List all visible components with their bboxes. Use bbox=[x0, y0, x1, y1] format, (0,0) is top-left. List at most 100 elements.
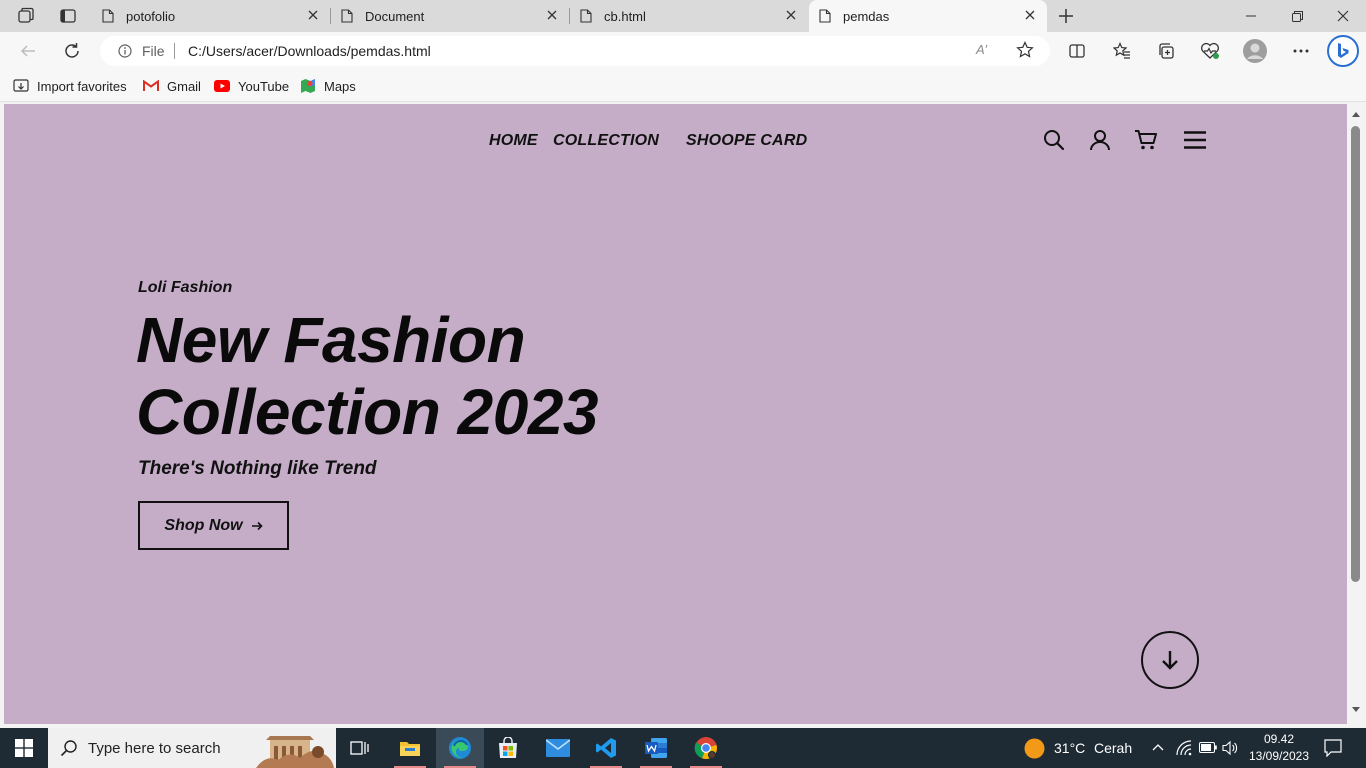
scroll-down-arrow-icon[interactable] bbox=[1351, 706, 1361, 714]
document-icon bbox=[341, 9, 353, 23]
gmail-icon bbox=[143, 78, 159, 94]
refresh-icon[interactable] bbox=[57, 36, 87, 66]
browser-toolbar: File C:/Users/acer/Downloads/pemdas.html… bbox=[0, 32, 1366, 70]
nav-link-shoope-card[interactable]: SHOOPE CARD bbox=[686, 132, 807, 150]
hero-headline: New Fashion Collection 2023 bbox=[136, 304, 599, 448]
network-wifi-icon[interactable] bbox=[1175, 740, 1193, 756]
arrow-down-icon bbox=[1162, 651, 1178, 670]
favorite-label: Gmail bbox=[167, 78, 201, 94]
favorites-bar: Import favorites Gmail YouTube Maps bbox=[0, 70, 1366, 102]
favorite-maps[interactable]: Maps bbox=[300, 78, 356, 94]
new-tab-icon[interactable] bbox=[1056, 6, 1076, 26]
tab-document[interactable]: Document bbox=[331, 0, 570, 32]
battery-icon[interactable] bbox=[1199, 742, 1217, 753]
clock-time: 09.42 bbox=[1263, 732, 1295, 746]
vscode-icon[interactable] bbox=[582, 728, 630, 768]
favorite-label: Maps bbox=[324, 78, 356, 94]
nav-link-collection[interactable]: COLLECTION bbox=[553, 132, 659, 150]
favorite-import[interactable]: Import favorites bbox=[13, 78, 127, 94]
favorite-gmail[interactable]: Gmail bbox=[143, 78, 201, 94]
weather-sun-icon[interactable] bbox=[1024, 738, 1045, 759]
page-scrollbar[interactable] bbox=[1347, 104, 1366, 724]
chrome-icon[interactable] bbox=[682, 728, 730, 768]
favorite-star-icon[interactable] bbox=[1016, 41, 1034, 64]
headline-line-2: Collection 2023 bbox=[136, 376, 599, 448]
close-tab-icon[interactable] bbox=[1023, 8, 1037, 22]
taskbar-search-box[interactable]: Type here to search bbox=[48, 728, 336, 768]
bing-chat-icon[interactable] bbox=[1326, 34, 1360, 68]
search-placeholder: Type here to search bbox=[88, 740, 221, 757]
minimize-icon[interactable] bbox=[1228, 0, 1274, 32]
tab-title: potofolio bbox=[126, 9, 176, 24]
document-icon bbox=[102, 9, 114, 23]
search-icon bbox=[60, 740, 77, 757]
favorite-youtube[interactable]: YouTube bbox=[214, 78, 289, 94]
favorites-icon[interactable] bbox=[1107, 36, 1137, 66]
close-tab-icon[interactable] bbox=[784, 8, 798, 22]
read-aloud-icon[interactable]: A’ bbox=[976, 42, 987, 57]
shop-now-label: Shop Now bbox=[164, 516, 243, 534]
word-icon[interactable] bbox=[632, 728, 680, 768]
tab-title: Document bbox=[365, 9, 425, 24]
nav-link-home[interactable]: HOME bbox=[489, 132, 538, 150]
task-view-icon[interactable] bbox=[336, 728, 384, 768]
close-window-icon[interactable] bbox=[1320, 0, 1366, 32]
tab-potofolio[interactable]: potofolio bbox=[92, 0, 331, 32]
cart-icon[interactable] bbox=[1134, 128, 1158, 152]
edge-icon[interactable] bbox=[436, 728, 484, 768]
tab-title: cb.html bbox=[604, 9, 646, 24]
show-hidden-icons-chevron-icon[interactable] bbox=[1152, 743, 1164, 751]
store-icon[interactable] bbox=[484, 728, 532, 768]
tab-pemdas[interactable]: pemdas bbox=[809, 0, 1047, 32]
split-screen-icon[interactable] bbox=[1062, 36, 1092, 66]
favorite-label: Import favorites bbox=[37, 78, 127, 94]
info-icon[interactable] bbox=[118, 44, 132, 58]
arrow-right-icon bbox=[251, 521, 263, 530]
hero-tagline: There's Nothing like Trend bbox=[138, 458, 377, 479]
profile-avatar-icon[interactable] bbox=[1240, 36, 1270, 66]
back-icon[interactable] bbox=[13, 36, 43, 66]
scroll-down-button[interactable] bbox=[1141, 631, 1199, 689]
import-icon bbox=[13, 78, 29, 94]
menu-icon[interactable] bbox=[1182, 128, 1208, 152]
more-options-icon[interactable] bbox=[1286, 36, 1316, 66]
scheme-label: File bbox=[142, 43, 165, 59]
file-explorer-icon[interactable] bbox=[386, 728, 434, 768]
address-bar[interactable]: File C:/Users/acer/Downloads/pemdas.html… bbox=[100, 36, 1050, 66]
close-tab-icon[interactable] bbox=[545, 8, 559, 22]
tab-title: pemdas bbox=[843, 9, 890, 24]
vertical-tabs-icon[interactable] bbox=[58, 6, 78, 26]
windows-start-icon[interactable] bbox=[0, 728, 48, 768]
taskbar-clock[interactable]: 09.42 13/09/2023 bbox=[1244, 731, 1314, 765]
shop-now-button[interactable]: Shop Now bbox=[138, 501, 289, 550]
weather-condition[interactable]: Cerah bbox=[1094, 740, 1132, 756]
notifications-icon[interactable] bbox=[1324, 739, 1342, 757]
hero-eyebrow: Loli Fashion bbox=[138, 279, 233, 296]
maps-icon bbox=[300, 78, 316, 94]
search-icon[interactable] bbox=[1042, 128, 1066, 152]
document-icon bbox=[580, 9, 592, 23]
collections-icon[interactable] bbox=[1151, 36, 1181, 66]
weather-temperature[interactable]: 31°C bbox=[1054, 740, 1085, 756]
scroll-up-arrow-icon[interactable] bbox=[1351, 110, 1361, 118]
browser-essentials-icon[interactable] bbox=[1195, 36, 1225, 66]
headline-line-1: New Fashion bbox=[136, 304, 526, 376]
favorite-label: YouTube bbox=[238, 78, 290, 94]
youtube-icon bbox=[214, 78, 230, 94]
windows-taskbar: Type here to search 31°C Cerah 09.42 13/… bbox=[0, 728, 1366, 768]
url-text[interactable]: C:/Users/acer/Downloads/pemdas.html bbox=[188, 43, 431, 59]
clock-date: 13/09/2023 bbox=[1248, 749, 1310, 763]
document-icon bbox=[819, 9, 831, 23]
tab-cb-html[interactable]: cb.html bbox=[570, 0, 808, 32]
restore-icon[interactable] bbox=[1274, 0, 1320, 32]
volume-icon[interactable] bbox=[1222, 740, 1238, 756]
mail-icon[interactable] bbox=[534, 728, 582, 768]
page-viewport: HOME COLLECTION SHOOPE CARD Loli Fashion… bbox=[4, 104, 1347, 724]
close-tab-icon[interactable] bbox=[306, 8, 320, 22]
scrollbar-thumb[interactable] bbox=[1351, 126, 1360, 582]
search-highlight-illustration bbox=[256, 736, 334, 768]
workspaces-icon[interactable] bbox=[16, 6, 36, 26]
address-separator bbox=[174, 43, 175, 59]
tab-strip: potofolio Document cb.html pemdas bbox=[0, 0, 1366, 32]
user-icon[interactable] bbox=[1088, 128, 1112, 152]
